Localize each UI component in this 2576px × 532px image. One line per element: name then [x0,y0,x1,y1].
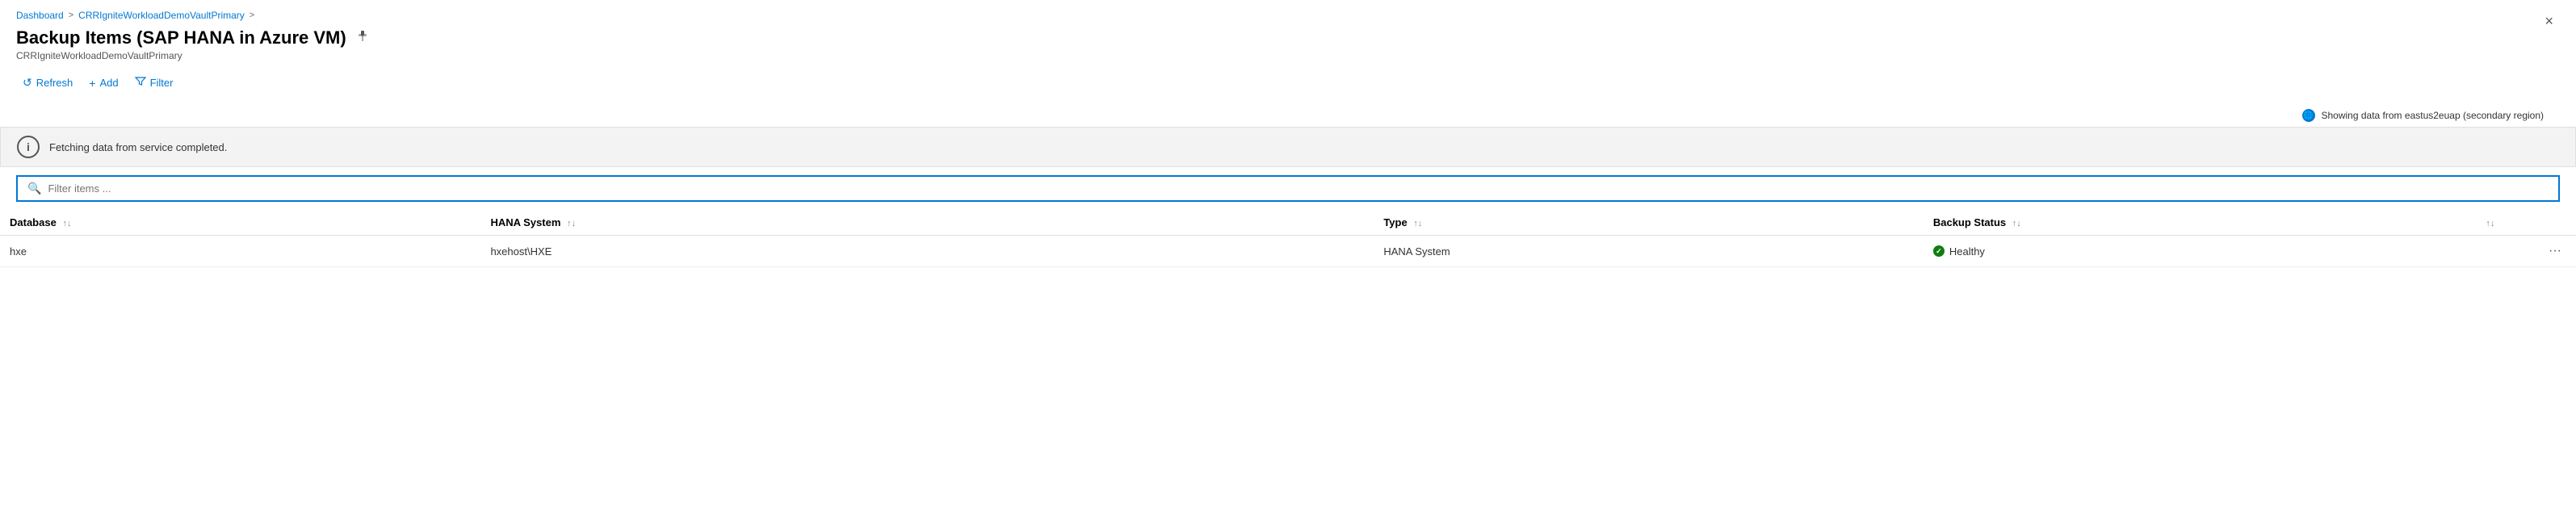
status-label: Healthy [1949,245,1985,258]
refresh-button[interactable]: ↺ Refresh [16,73,79,93]
sort-icon-hana: ↑↓ [567,219,576,228]
table-body: hxe hxehost\HXE HANA System Healthy ··· [0,236,2576,267]
close-button[interactable]: × [2538,10,2560,33]
sort-icon-type: ↑↓ [1413,219,1422,228]
region-banner: 🌐 Showing data from eastus2euap (seconda… [16,104,2560,127]
pin-icon[interactable] [356,30,369,47]
filter-input[interactable] [48,182,2549,195]
title-row: Backup Items (SAP HANA in Azure VM) [16,27,2560,48]
filter-label: Filter [150,77,174,89]
filter-input-wrapper: 🔍 [16,175,2560,202]
search-icon: 🔍 [27,182,41,195]
status-cell: Healthy [1933,245,2464,258]
breadcrumb: Dashboard > CRRIgniteWorkloadDemoVaultPr… [16,10,2560,21]
breadcrumb-vault[interactable]: CRRIgniteWorkloadDemoVaultPrimary [78,10,245,21]
col-header-type[interactable]: Type ↑↓ [1374,210,1924,236]
col-header-database[interactable]: Database ↑↓ [0,210,480,236]
table-header: Database ↑↓ HANA System ↑↓ Type ↑↓ Backu… [0,210,2576,236]
col-header-status[interactable]: Backup Status ↑↓ [1924,210,2473,236]
subtitle: CRRIgniteWorkloadDemoVaultPrimary [16,50,2560,61]
filter-row: 🔍 [0,175,2576,202]
cell-backup-status: Healthy [1924,236,2473,267]
cell-hana-system: hxehost\HXE [480,236,1374,267]
breadcrumb-sep-2: > [250,10,254,20]
info-icon: i [17,136,40,158]
filter-icon [135,76,146,90]
region-text: Showing data from eastus2euap (secondary… [2322,110,2545,121]
sort-icon-status: ↑↓ [2012,219,2021,228]
filter-button[interactable]: Filter [128,73,180,93]
col-header-hana[interactable]: HANA System ↑↓ [480,210,1374,236]
info-message: Fetching data from service completed. [49,141,227,153]
refresh-icon: ↺ [23,76,32,90]
add-icon: + [89,77,95,90]
page-title: Backup Items (SAP HANA in Azure VM) [16,27,346,48]
col-header-actions: ↑↓ [2473,210,2576,236]
sort-icon-actions: ↑↓ [2486,219,2494,228]
add-label: Add [99,77,118,89]
breadcrumb-dashboard[interactable]: Dashboard [16,10,64,21]
cell-database: hxe [0,236,480,267]
table-container: Database ↑↓ HANA System ↑↓ Type ↑↓ Backu… [0,210,2576,267]
globe-icon: 🌐 [2302,109,2315,122]
more-options-button[interactable]: ··· [2544,242,2566,260]
cell-type: HANA System [1374,236,1924,267]
toolbar: ↺ Refresh + Add Filter [16,73,2560,93]
sort-icon-database: ↑↓ [62,219,71,228]
table-row[interactable]: hxe hxehost\HXE HANA System Healthy ··· [0,236,2576,267]
refresh-label: Refresh [36,77,73,89]
add-button[interactable]: + Add [82,73,124,93]
data-table: Database ↑↓ HANA System ↑↓ Type ↑↓ Backu… [0,210,2576,267]
cell-actions[interactable]: ··· [2473,236,2576,267]
breadcrumb-sep-1: > [69,10,73,20]
info-banner: i Fetching data from service completed. [0,127,2576,167]
page-container: × Dashboard > CRRIgniteWorkloadDemoVault… [0,0,2576,267]
status-healthy-icon [1933,245,1945,257]
